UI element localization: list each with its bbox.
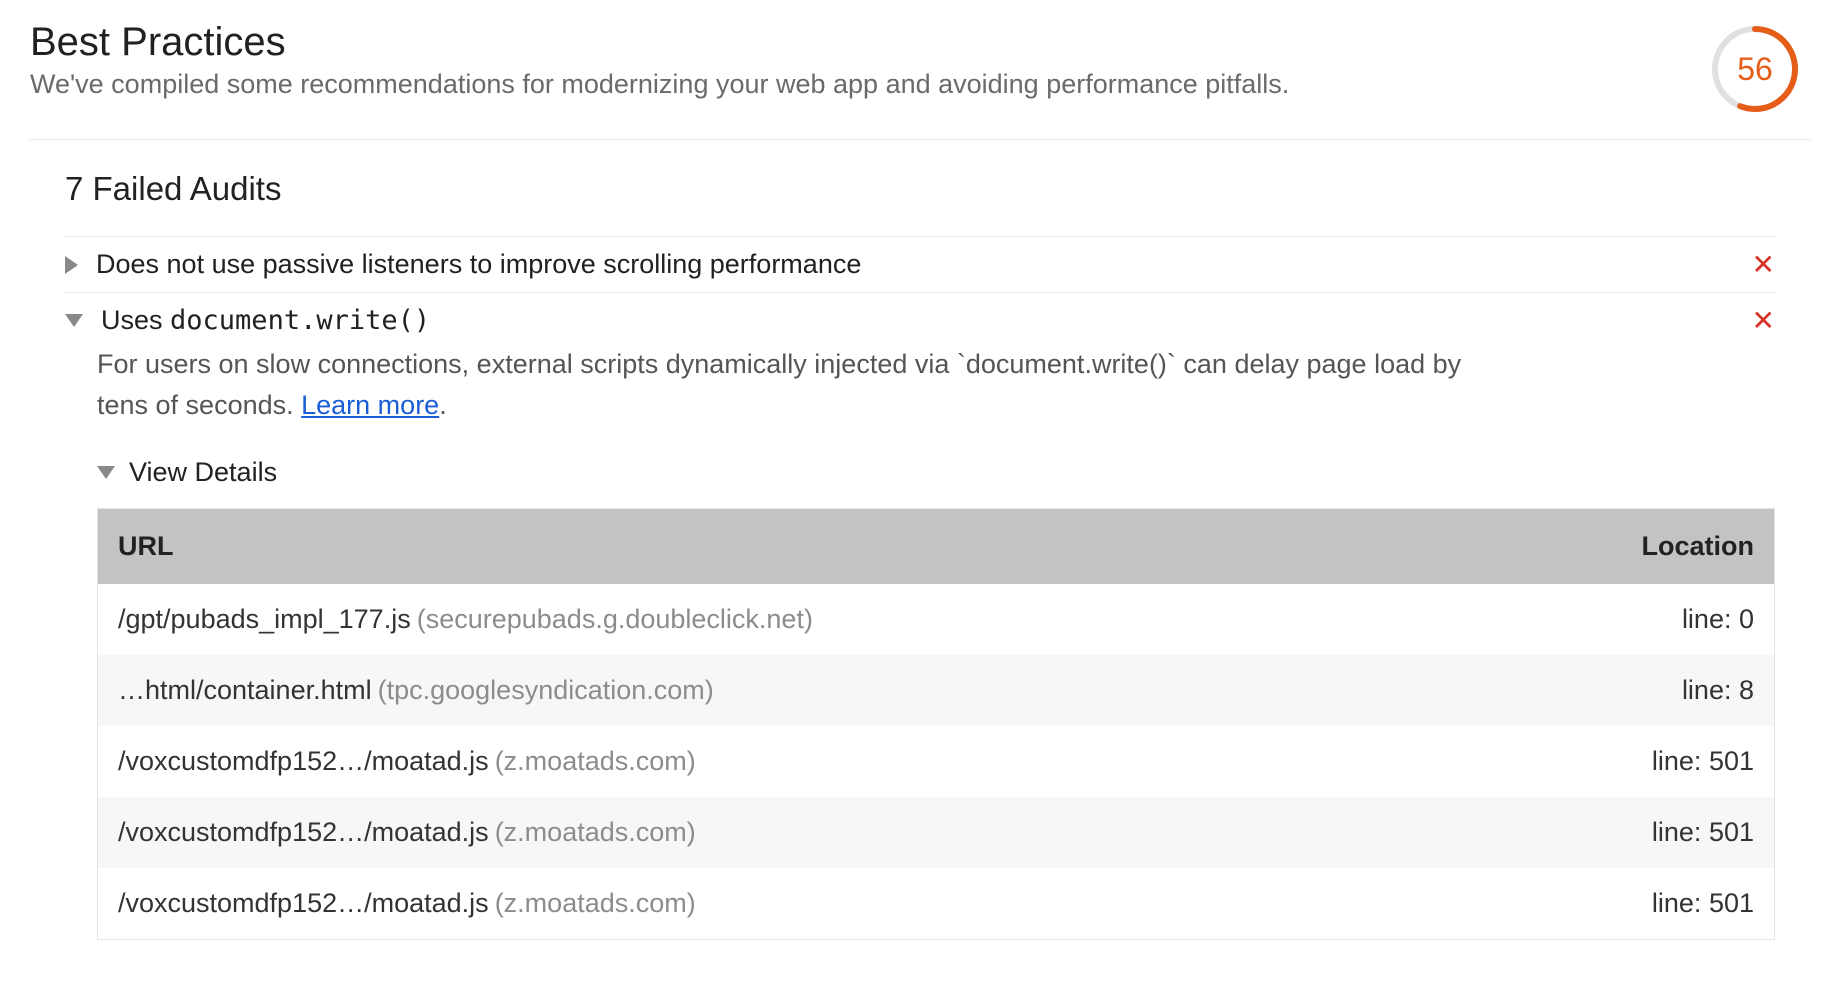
cell-url: /voxcustomdfp152…/moatad.js(z.moatads.co… xyxy=(98,726,1486,797)
url-path: …html/container.html xyxy=(118,675,372,705)
fail-icon: ✕ xyxy=(1752,304,1775,337)
fail-icon: ✕ xyxy=(1752,248,1775,281)
score-value: 56 xyxy=(1710,24,1800,114)
header-row: Best Practices We've compiled some recom… xyxy=(30,20,1810,140)
table-row: /voxcustomdfp152…/moatad.js(z.moatads.co… xyxy=(98,868,1775,940)
audit-title: Uses document.write() xyxy=(101,305,430,336)
table-row: /voxcustomdfp152…/moatad.js(z.moatads.co… xyxy=(98,726,1775,797)
url-host: (z.moatads.com) xyxy=(495,817,696,847)
cell-url: /voxcustomdfp152…/moatad.js(z.moatads.co… xyxy=(98,868,1486,940)
cell-location: line: 8 xyxy=(1486,655,1775,726)
cell-location: line: 501 xyxy=(1486,797,1775,868)
audit-title-code: document.write() xyxy=(170,305,430,336)
cell-url: /voxcustomdfp152…/moatad.js(z.moatads.co… xyxy=(98,797,1486,868)
view-details-toggle[interactable]: View Details xyxy=(97,457,1775,488)
url-path: /voxcustomdfp152…/moatad.js xyxy=(118,817,489,847)
url-path: /voxcustomdfp152…/moatad.js xyxy=(118,746,489,776)
table-row: /voxcustomdfp152…/moatad.js(z.moatads.co… xyxy=(98,797,1775,868)
details-table: URL Location /gpt/pubads_impl_177.js(sec… xyxy=(97,508,1775,940)
learn-more-link[interactable]: Learn more xyxy=(301,390,439,420)
audit-item-document-write: Uses document.write() ✕ For users on slo… xyxy=(65,293,1775,952)
url-host: (z.moatads.com) xyxy=(495,888,696,918)
header-text-block: Best Practices We've compiled some recom… xyxy=(30,20,1710,100)
audit-title: Does not use passive listeners to improv… xyxy=(96,249,861,280)
cell-location: line: 501 xyxy=(1486,868,1775,940)
url-host: (securepubads.g.doubleclick.net) xyxy=(417,604,813,634)
details-block: View Details URL Location /gpt/pubads_im… xyxy=(97,457,1775,940)
audit-title-prefix: Uses xyxy=(101,305,170,335)
col-url: URL xyxy=(98,509,1486,585)
chevron-right-icon xyxy=(65,256,78,274)
page-title: Best Practices xyxy=(30,20,1710,65)
audit-list: Does not use passive listeners to improv… xyxy=(65,236,1775,952)
audit-desc-after: . xyxy=(439,390,447,420)
url-host: (tpc.googlesyndication.com) xyxy=(378,675,714,705)
url-path: /gpt/pubads_impl_177.js xyxy=(118,604,411,634)
audit-row[interactable]: Uses document.write() ✕ xyxy=(65,305,1775,336)
table-header-row: URL Location xyxy=(98,509,1775,585)
audit-description: For users on slow connections, external … xyxy=(97,344,1467,425)
chevron-down-icon xyxy=(65,314,83,327)
view-details-label: View Details xyxy=(129,457,277,488)
cell-location: line: 501 xyxy=(1486,726,1775,797)
chevron-down-icon xyxy=(97,466,115,479)
page-subtitle: We've compiled some recommendations for … xyxy=(30,69,1710,100)
cell-url: /gpt/pubads_impl_177.js(securepubads.g.d… xyxy=(98,584,1486,655)
cell-location: line: 0 xyxy=(1486,584,1775,655)
url-path: /voxcustomdfp152…/moatad.js xyxy=(118,888,489,918)
score-gauge: 56 xyxy=(1710,24,1800,114)
failed-audits-heading: 7 Failed Audits xyxy=(65,170,1775,208)
audit-row[interactable]: Does not use passive listeners to improv… xyxy=(65,249,1775,280)
cell-url: …html/container.html(tpc.googlesyndicati… xyxy=(98,655,1486,726)
audits-section: 7 Failed Audits Does not use passive lis… xyxy=(30,140,1810,982)
col-location: Location xyxy=(1486,509,1775,585)
table-row: …html/container.html(tpc.googlesyndicati… xyxy=(98,655,1775,726)
url-host: (z.moatads.com) xyxy=(495,746,696,776)
table-row: /gpt/pubads_impl_177.js(securepubads.g.d… xyxy=(98,584,1775,655)
audit-item-passive-listeners: Does not use passive listeners to improv… xyxy=(65,237,1775,293)
